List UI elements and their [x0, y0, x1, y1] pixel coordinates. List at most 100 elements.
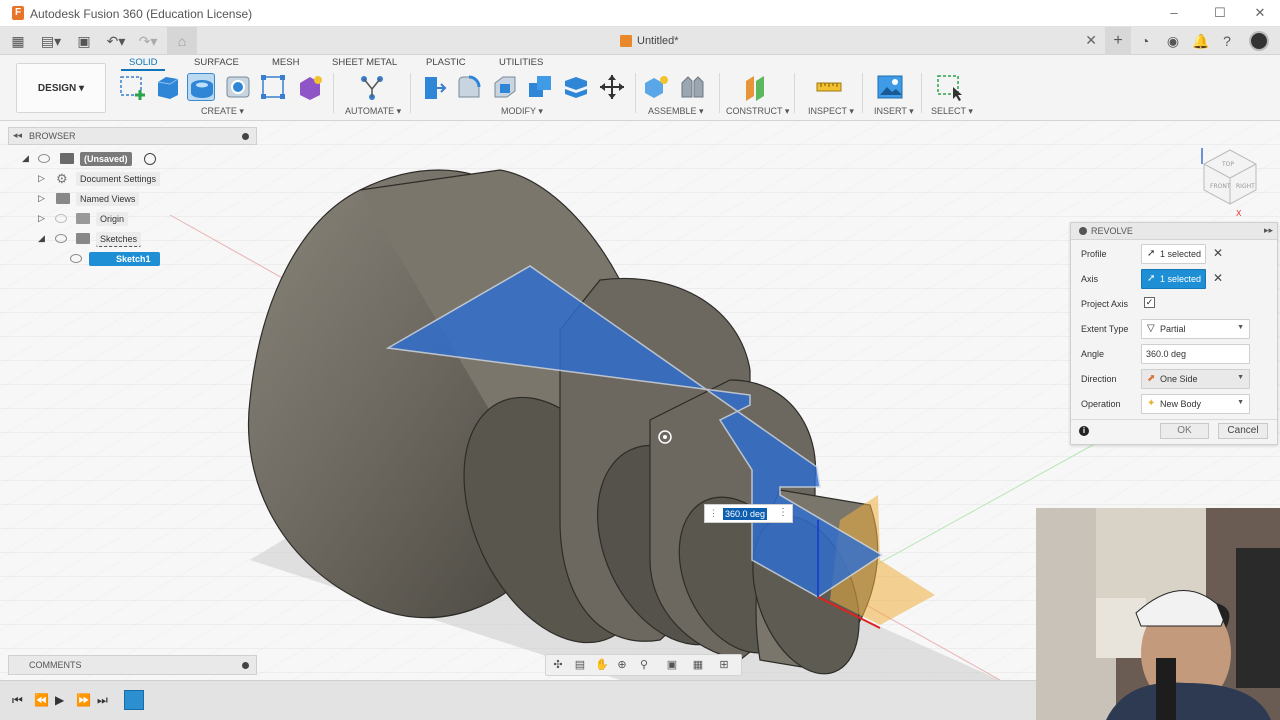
maximize-button[interactable]: ☐ [1210, 5, 1230, 21]
redo-icon[interactable]: ↷▾ [135, 32, 161, 50]
browser-panel-header[interactable]: ◂◂ BROWSER [8, 127, 257, 145]
viewports-icon[interactable]: ⊞ [716, 658, 732, 672]
browser-pin-icon[interactable] [242, 133, 249, 140]
file-menu-icon[interactable]: ▤▾ [38, 32, 64, 50]
press-pull-icon[interactable] [419, 73, 447, 101]
home-button[interactable]: ⌂ [167, 27, 197, 55]
undo-icon[interactable]: ↶▾ [103, 32, 129, 50]
visibility-eye-icon[interactable] [55, 234, 67, 243]
group-insert[interactable]: INSERT ▾ [874, 106, 914, 117]
comments-panel-header[interactable]: COMMENTS [8, 655, 257, 675]
job-status-icon[interactable]: ◉ [1165, 32, 1181, 50]
tree-item-document-settings[interactable]: ▷ ⚙ Document Settings [38, 171, 168, 187]
timeline-start-icon[interactable]: ⏮ [12, 693, 23, 708]
tree-item-sketch1[interactable]: Sketch1 [70, 251, 170, 267]
revolve-icon[interactable] [187, 73, 215, 101]
create-sketch-icon[interactable] [118, 73, 146, 101]
fillet-icon[interactable] [455, 73, 483, 101]
profile-selector[interactable]: ➚ 1 selected [1141, 244, 1206, 264]
fit-icon[interactable]: ⚲ [636, 658, 652, 672]
group-select[interactable]: SELECT ▾ [931, 106, 973, 117]
clear-profile-icon[interactable]: ✕ [1213, 246, 1223, 260]
offset-plane-icon[interactable] [742, 73, 770, 101]
revolve-dialog-header[interactable]: REVOLVE ▸▸ [1071, 223, 1277, 240]
create-form-icon[interactable] [296, 73, 324, 101]
document-tab[interactable]: Untitled* ✕ [600, 27, 1105, 55]
help-icon[interactable]: ? [1219, 32, 1235, 50]
split-body-icon[interactable] [562, 73, 590, 101]
group-modify[interactable]: MODIFY ▾ [501, 106, 543, 117]
angle-input[interactable]: 360.0 deg [1141, 344, 1250, 364]
tab-surface[interactable]: SURFACE [194, 57, 239, 68]
expanded-triangle-icon[interactable]: ◢ [38, 233, 45, 244]
visibility-eye-icon[interactable] [70, 254, 82, 263]
collapsed-triangle-icon[interactable]: ▷ [38, 173, 45, 184]
group-assemble[interactable]: ASSEMBLE ▾ [648, 106, 704, 117]
dialog-collapse-icon[interactable] [1079, 227, 1087, 235]
tab-mesh[interactable]: MESH [272, 57, 299, 68]
expand-dialog-icon[interactable]: ▸▸ [1264, 225, 1273, 236]
group-construct[interactable]: CONSTRUCT ▾ [726, 106, 789, 117]
extent-type-dropdown[interactable]: ▽ Partial ▼ [1141, 319, 1250, 339]
hole-icon[interactable] [224, 73, 252, 101]
cancel-button[interactable]: Cancel [1218, 423, 1268, 439]
workspace-switcher[interactable]: DESIGN ▾ [16, 63, 106, 113]
zoom-icon[interactable]: ⊕ [614, 658, 630, 672]
orbit-icon[interactable]: ✣ [550, 658, 566, 672]
timeline-sketch-feature[interactable] [124, 690, 144, 710]
close-window-button[interactable]: ✕ [1250, 5, 1270, 21]
tree-item-sketches[interactable]: ◢ Sketches [38, 231, 168, 247]
new-tab-button[interactable]: + [1105, 27, 1131, 55]
minimize-button[interactable]: – [1164, 5, 1184, 21]
data-panel-grid-icon[interactable]: ▦ [10, 32, 26, 50]
tab-utilities[interactable]: UTILITIES [499, 57, 543, 68]
tab-solid[interactable]: SOLID [129, 57, 158, 68]
project-axis-checkbox[interactable]: ✓ [1144, 297, 1155, 308]
direction-dropdown[interactable]: ⬈ One Side ▼ [1141, 369, 1250, 389]
measure-icon[interactable] [815, 73, 843, 101]
info-icon[interactable]: i [1079, 426, 1089, 436]
collapsed-triangle-icon[interactable]: ▷ [38, 213, 45, 224]
operation-dropdown[interactable]: ✦ New Body ▼ [1141, 394, 1250, 414]
user-avatar[interactable] [1249, 31, 1269, 51]
select-icon[interactable] [936, 73, 964, 101]
activate-radio-icon[interactable] [144, 153, 156, 165]
angle-dimension-input[interactable]: ⋮ 360.0 deg ⋮ [704, 504, 793, 523]
display-settings-icon[interactable]: ▣ [664, 658, 680, 672]
ok-button[interactable]: OK [1160, 423, 1209, 439]
group-create[interactable]: CREATE ▾ [201, 106, 244, 117]
tree-item-root[interactable]: ◢ (Unsaved) [22, 151, 172, 167]
visibility-eye-icon[interactable] [38, 154, 50, 163]
group-automate[interactable]: AUTOMATE ▾ [345, 106, 401, 117]
pan-hand-icon[interactable]: ✋ [594, 658, 610, 672]
group-inspect[interactable]: INSPECT ▾ [808, 106, 854, 117]
timeline-end-icon[interactable]: ⏭ [97, 693, 108, 708]
rectangular-pattern-icon[interactable] [259, 73, 287, 101]
extensions-icon[interactable]: ◔ [1137, 32, 1153, 50]
timeline-forward-icon[interactable]: ⏩ [76, 693, 91, 707]
joint-icon[interactable] [678, 73, 706, 101]
collapsed-triangle-icon[interactable]: ▷ [38, 193, 45, 204]
tree-item-origin[interactable]: ▷ Origin [38, 211, 168, 227]
combine-icon[interactable] [526, 73, 554, 101]
insert-canvas-icon[interactable] [876, 73, 904, 101]
grid-snaps-icon[interactable]: ▦ [690, 658, 706, 672]
automate-icon[interactable] [358, 73, 386, 101]
tab-sheet-metal[interactable]: SHEET METAL [332, 57, 397, 68]
axis-selector[interactable]: ➚ 1 selected [1141, 269, 1206, 289]
timeline-back-icon[interactable]: ⏪ [34, 693, 49, 707]
shell-icon[interactable] [491, 73, 519, 101]
visibility-eye-icon[interactable] [55, 214, 67, 223]
collapse-panel-icon[interactable]: ◂◂ [13, 130, 22, 141]
more-options-icon[interactable]: ⋮ [778, 507, 788, 518]
tab-plastic[interactable]: PLASTIC [426, 57, 466, 68]
look-at-icon[interactable]: ▤ [572, 658, 588, 672]
comments-pin-icon[interactable] [242, 662, 249, 669]
new-component-icon[interactable] [642, 73, 670, 101]
expanded-triangle-icon[interactable]: ◢ [22, 153, 29, 164]
view-cube[interactable]: TOP FRONT RIGHT X [1196, 140, 1266, 218]
notifications-icon[interactable]: 🔔 [1192, 32, 1209, 50]
extrude-icon[interactable] [154, 73, 182, 101]
tree-item-named-views[interactable]: ▷ Named Views [38, 191, 168, 207]
timeline-play-icon[interactable]: ▶ [55, 693, 64, 707]
